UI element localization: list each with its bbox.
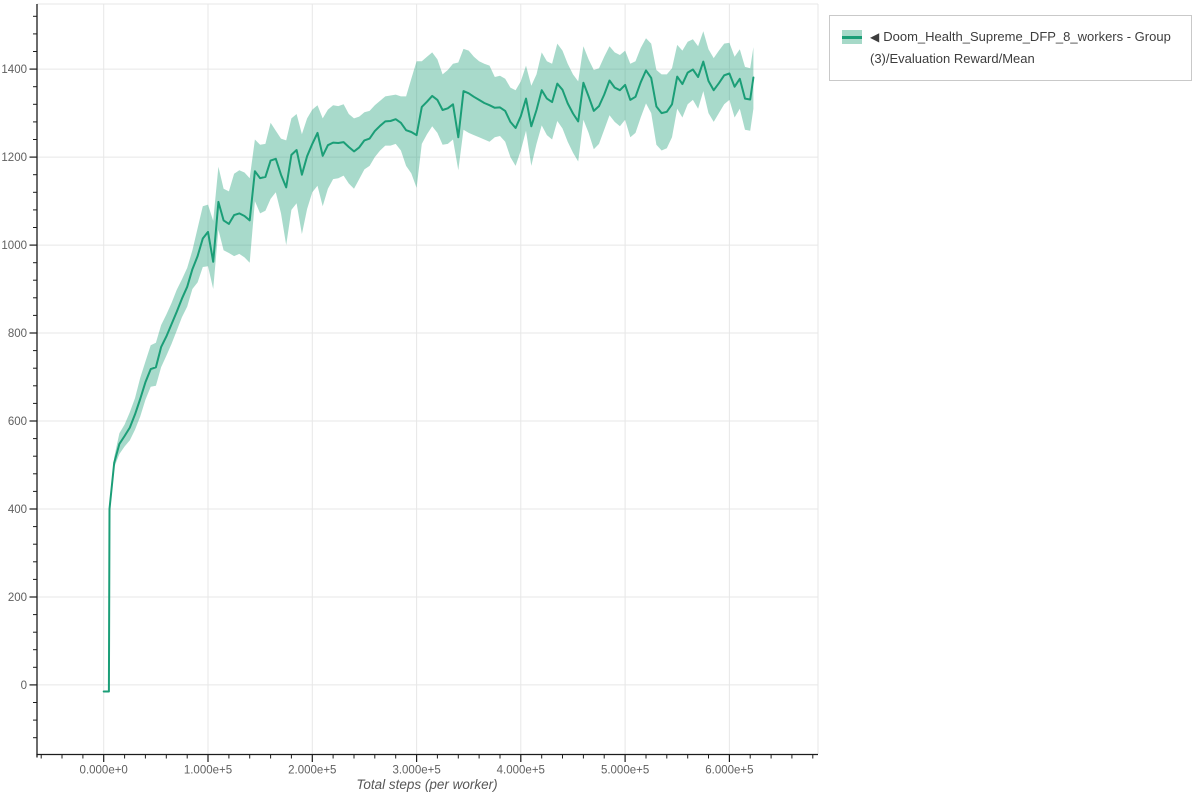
y-tick-label: 1200 — [1, 152, 27, 164]
legend-entry: ◀Doom_Health_Supreme_DFP_8_workers - Gro… — [870, 26, 1179, 70]
x-tick-label: 2.000e+5 — [288, 765, 336, 777]
x-axis-title: Total steps (per worker) — [356, 777, 497, 792]
x-tick-label: 6.000e+5 — [705, 765, 753, 777]
y-tick-label: 400 — [8, 504, 27, 516]
x-tick-label: 3.000e+5 — [392, 765, 440, 777]
tick-labels: 0.000e+0 1.000e+5 2.000e+5 3.000e+5 4.000e+5… — [1, 64, 753, 776]
legend[interactable]: ◀Doom_Health_Supreme_DFP_8_workers - Gro… — [829, 15, 1192, 81]
series-swatch-icon[interactable] — [842, 30, 862, 44]
left-triangle-icon: ◀ — [870, 30, 879, 44]
legend-label: Doom_Health_Supreme_DFP_8_workers - Grou… — [870, 29, 1171, 66]
y-tick-label: 600 — [8, 416, 27, 428]
y-tick-label: 0 — [21, 680, 27, 692]
x-tick-label: 4.000e+5 — [497, 765, 545, 777]
series-line-icon — [842, 36, 862, 39]
series — [104, 31, 754, 691]
x-tick-label: 0.000e+0 — [80, 765, 128, 777]
confidence-band — [104, 31, 754, 691]
page: 0.000e+0 1.000e+5 2.000e+5 3.000e+5 4.000e+5… — [0, 0, 1200, 800]
y-tick-label: 1000 — [1, 240, 27, 252]
x-tick-label: 1.000e+5 — [184, 765, 232, 777]
x-tick-label: 5.000e+5 — [601, 765, 649, 777]
y-tick-label: 1400 — [1, 64, 27, 76]
reward-chart: 0.000e+0 1.000e+5 2.000e+5 3.000e+5 4.000e+5… — [0, 0, 1200, 800]
y-tick-label: 800 — [8, 328, 27, 340]
y-tick-label: 200 — [8, 592, 27, 604]
